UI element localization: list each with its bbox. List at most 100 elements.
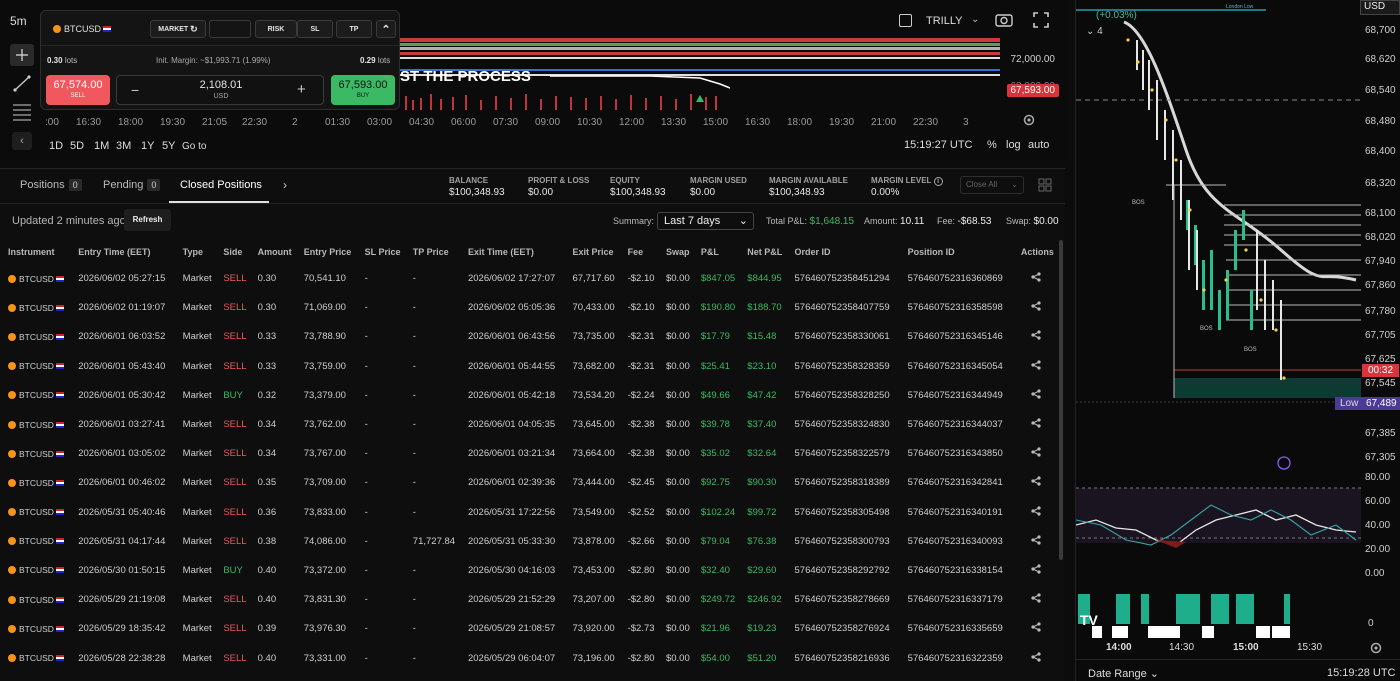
table-cell: $0.00 (665, 302, 690, 314)
share-icon[interactable] (1013, 322, 1058, 351)
market-order-button[interactable]: MARKET ↻ (150, 20, 206, 38)
info-icon[interactable]: i (933, 177, 943, 186)
collapse-order-icon[interactable]: ⌃ (376, 20, 396, 38)
amount-input[interactable]: − 2,108.01 USD + (116, 75, 324, 105)
range-5y-button[interactable]: 5Y (162, 140, 175, 152)
collapse-sidebar-button[interactable]: ‹ (12, 132, 32, 150)
auto-scale-button[interactable]: auto (1028, 139, 1049, 151)
symbol-selector[interactable]: TRILLY (926, 15, 962, 27)
column-header[interactable]: Swap (658, 240, 693, 264)
column-header[interactable]: P&L (693, 240, 739, 264)
column-header[interactable]: SL Price (357, 240, 405, 264)
table-cell: $0.00 (665, 389, 690, 401)
settings-icon[interactable] (1022, 113, 1036, 127)
column-header[interactable]: TP Price (405, 240, 460, 264)
divider (0, 168, 1065, 169)
settings-icon[interactable] (1369, 641, 1383, 655)
layer-toggle[interactable]: ⌄ 4 (1086, 26, 1103, 37)
close-all-button[interactable]: Close All ⌄ (960, 176, 1024, 194)
table-row[interactable]: BTCUSD 2026/05/29 21:19:08 Market SELL 0.40 7… (0, 585, 1058, 614)
share-icon[interactable] (1013, 585, 1058, 614)
share-icon[interactable] (1013, 556, 1058, 585)
column-header[interactable]: Exit Price (564, 240, 619, 264)
sl-button[interactable]: SL (297, 20, 333, 38)
bitcoin-icon (8, 566, 16, 575)
currency-select[interactable]: USD (1360, 0, 1400, 15)
risk-button[interactable]: RISK (255, 20, 297, 38)
column-header[interactable]: Position ID (900, 240, 1013, 264)
table-row[interactable]: BTCUSD 2026/05/30 01:50:15 Market BUY 0.40 73… (0, 556, 1058, 585)
share-icon[interactable] (1013, 498, 1058, 527)
table-row[interactable]: BTCUSD 2026/06/01 05:30:42 Market BUY 0.32 73… (0, 381, 1058, 410)
log-scale-button[interactable]: log (1006, 139, 1021, 151)
table-row[interactable]: BTCUSD 2026/05/31 04:17:44 Market SELL 0.38 7… (0, 527, 1058, 556)
table-cell: 576460752358292792 (794, 564, 890, 576)
secondary-chart-panel[interactable]: USD (+0.03%) London Low ⌄ 4 BOS BOS BOS … (1075, 0, 1400, 681)
tab-pending[interactable]: Pending 0 (103, 179, 161, 191)
range-1y-button[interactable]: 1Y (141, 140, 154, 152)
column-header[interactable]: Entry Time (EET) (70, 240, 174, 264)
column-header[interactable]: Side (215, 240, 249, 264)
range-1d-button[interactable]: 1D (49, 140, 63, 152)
column-header[interactable]: Entry Price (296, 240, 357, 264)
share-icon[interactable] (1013, 352, 1058, 381)
increase-amount-button[interactable]: + (297, 81, 306, 98)
column-header[interactable]: Exit Time (EET) (460, 240, 564, 264)
table-row[interactable]: BTCUSD 2026/06/01 05:43:40 Market SELL 0.33 7… (0, 352, 1058, 381)
table-row[interactable]: BTCUSD 2026/05/31 05:40:46 Market SELL 0.36 7… (0, 498, 1058, 527)
table-cell: - (364, 448, 368, 460)
column-header[interactable]: Actions (1013, 240, 1058, 264)
trendline-tool-icon[interactable] (10, 72, 34, 94)
chevron-right-icon[interactable]: › (283, 178, 287, 192)
table-row[interactable]: BTCUSD 2026/05/29 18:35:42 Market SELL 0.39 7… (0, 614, 1058, 643)
table-row[interactable]: BTCUSD 2026/06/01 03:27:41 Market SELL 0.34 7… (0, 410, 1058, 439)
share-icon[interactable] (1013, 614, 1058, 643)
fib-tool-icon[interactable] (10, 100, 34, 122)
table-row[interactable]: BTCUSD 2026/06/02 05:27:15 Market SELL 0.30 7… (0, 264, 1058, 293)
share-icon[interactable] (1013, 439, 1058, 468)
range-1m-button[interactable]: 1M (94, 140, 109, 152)
column-header[interactable]: Net P&L (739, 240, 786, 264)
table-row[interactable]: BTCUSD 2026/06/01 00:46:02 Market SELL 0.35 7… (0, 468, 1058, 497)
share-icon[interactable] (1013, 410, 1058, 439)
share-icon[interactable] (1013, 643, 1058, 672)
share-icon[interactable] (1013, 264, 1058, 293)
grid-view-icon[interactable] (1038, 178, 1052, 192)
date-range-button[interactable]: Date Range ⌄ (1088, 667, 1159, 680)
share-icon[interactable] (1013, 293, 1058, 322)
table-row[interactable]: BTCUSD 2026/06/01 06:03:52 Market SELL 0.33 7… (0, 322, 1058, 351)
buy-button[interactable]: 67,593.00 BUY (331, 75, 395, 105)
percent-scale-button[interactable]: % (987, 139, 997, 151)
column-header[interactable]: Fee (620, 240, 658, 264)
column-header[interactable]: Type (175, 240, 216, 264)
sell-button[interactable]: 67,574.00 SELL (46, 75, 110, 105)
column-header[interactable]: Instrument (0, 240, 70, 264)
table-scrollbar[interactable] (1059, 240, 1063, 560)
share-icon[interactable] (1013, 468, 1058, 497)
order-type-slot[interactable] (209, 20, 251, 38)
share-icon[interactable] (1013, 527, 1058, 556)
column-header[interactable]: Order ID (787, 240, 900, 264)
tab-closed-positions[interactable]: Closed Positions (180, 179, 262, 191)
table-row[interactable]: BTCUSD 2026/06/01 03:05:02 Market SELL 0.34 7… (0, 439, 1058, 468)
timeframe-button[interactable]: 5m (10, 14, 27, 28)
crosshair-tool-button[interactable] (10, 44, 34, 66)
range-5d-button[interactable]: 5D (70, 140, 84, 152)
refresh-button[interactable]: Refresh (124, 209, 171, 231)
camera-icon[interactable] (995, 12, 1013, 28)
layout-toggle-icon[interactable] (899, 14, 912, 27)
column-header[interactable]: Amount (250, 240, 296, 264)
share-icon[interactable] (1013, 381, 1058, 410)
chevron-down-icon[interactable]: ⌄ (971, 14, 979, 25)
summary-select[interactable]: Last 7 days ⌄ (657, 212, 754, 230)
tp-button[interactable]: TP (336, 20, 372, 38)
range-3m-button[interactable]: 3M (116, 140, 131, 152)
candlestick-chart-canvas[interactable] (1076, 0, 1361, 640)
fullscreen-icon[interactable] (1033, 12, 1049, 28)
tab-positions[interactable]: Positions 0 (20, 179, 82, 191)
table-cell: 576460752358330061 (794, 331, 890, 343)
table-row[interactable]: BTCUSD 2026/06/02 01:19:07 Market SELL 0.30 7… (0, 293, 1058, 322)
table-row[interactable]: BTCUSD 2026/05/28 22:38:28 Market SELL 0.40 7… (0, 643, 1058, 672)
table-cell: SELL (223, 623, 247, 635)
goto-button[interactable]: Go to (182, 141, 206, 152)
